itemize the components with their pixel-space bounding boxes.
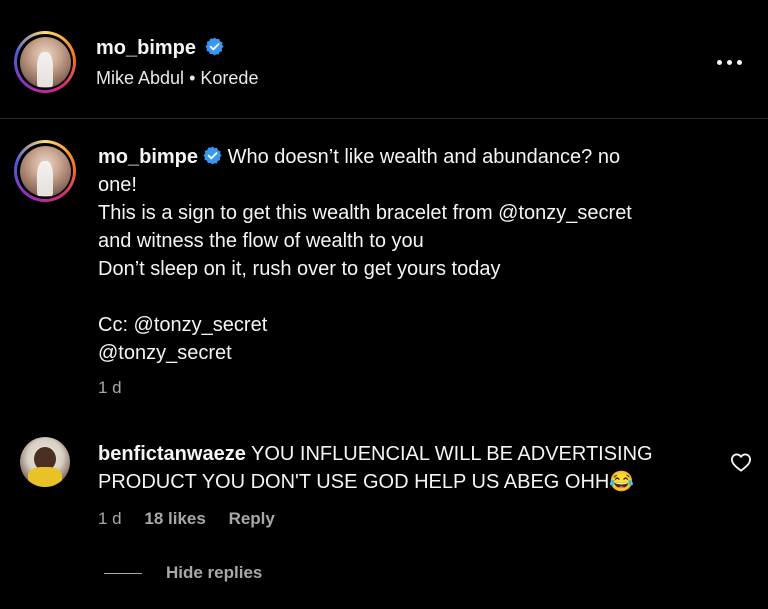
hide-replies-button[interactable]: Hide replies: [104, 563, 262, 583]
caption-line-4: and witness the flow of wealth to you: [98, 230, 424, 252]
verified-badge-icon: [203, 146, 222, 165]
replies-dash: [104, 573, 142, 575]
caption-line-1: Who doesn’t like wealth and abundance? n…: [227, 146, 621, 168]
header-username-row: mo_bimpe: [96, 37, 225, 60]
caption-first-line: mo_bimpe Who doesn’t like wealth and abu…: [98, 143, 738, 171]
caption-line-2: one!: [98, 174, 137, 196]
caption-line-3: This is a sign to get this wealth bracel…: [98, 202, 632, 224]
header-divider: [0, 118, 768, 119]
caption-line-8: @tonzy_secret: [98, 342, 232, 364]
header-username[interactable]: mo_bimpe: [96, 37, 196, 59]
hide-replies-label: Hide replies: [166, 563, 263, 582]
header-avatar[interactable]: [14, 31, 76, 93]
comment-text-line-2: PRODUCT YOU DON'T USE GOD HELP US ABEG O…: [98, 471, 635, 493]
commenter-avatar[interactable]: [20, 437, 70, 487]
comment-meta: 1 d 18 likes Reply: [98, 509, 293, 529]
comment-timestamp[interactable]: 1 d: [98, 509, 122, 528]
reply-button[interactable]: Reply: [229, 509, 275, 528]
separator-dot: •: [189, 68, 196, 88]
post-caption: mo_bimpe Who doesn’t like wealth and abu…: [98, 143, 738, 367]
post-timestamp[interactable]: 1 d: [98, 378, 122, 398]
verified-badge-icon: [205, 37, 225, 56]
post-author-avatar[interactable]: [14, 140, 76, 202]
caption-line-5: Don’t sleep on it, rush over to get your…: [98, 258, 501, 280]
more-options-icon[interactable]: [714, 52, 744, 72]
post-username[interactable]: mo_bimpe: [98, 146, 198, 168]
collaborator-2[interactable]: Korede: [200, 68, 258, 88]
heart-icon[interactable]: [730, 452, 752, 472]
comment-text-line-1: YOU INFLUENCIAL WILL BE ADVERTISING: [251, 443, 653, 465]
header-collaborators: Mike Abdul • Korede: [96, 68, 258, 89]
caption-line-7: Cc: @tonzy_secret: [98, 314, 268, 336]
comment-body: benfictanwaeze YOU INFLUENCIAL WILL BE A…: [98, 440, 718, 496]
collaborator-1[interactable]: Mike Abdul: [96, 68, 184, 88]
comment-likes[interactable]: 18 likes: [144, 509, 205, 528]
comment-first-line: benfictanwaeze YOU INFLUENCIAL WILL BE A…: [98, 440, 718, 468]
comment-username[interactable]: benfictanwaeze: [98, 443, 246, 465]
